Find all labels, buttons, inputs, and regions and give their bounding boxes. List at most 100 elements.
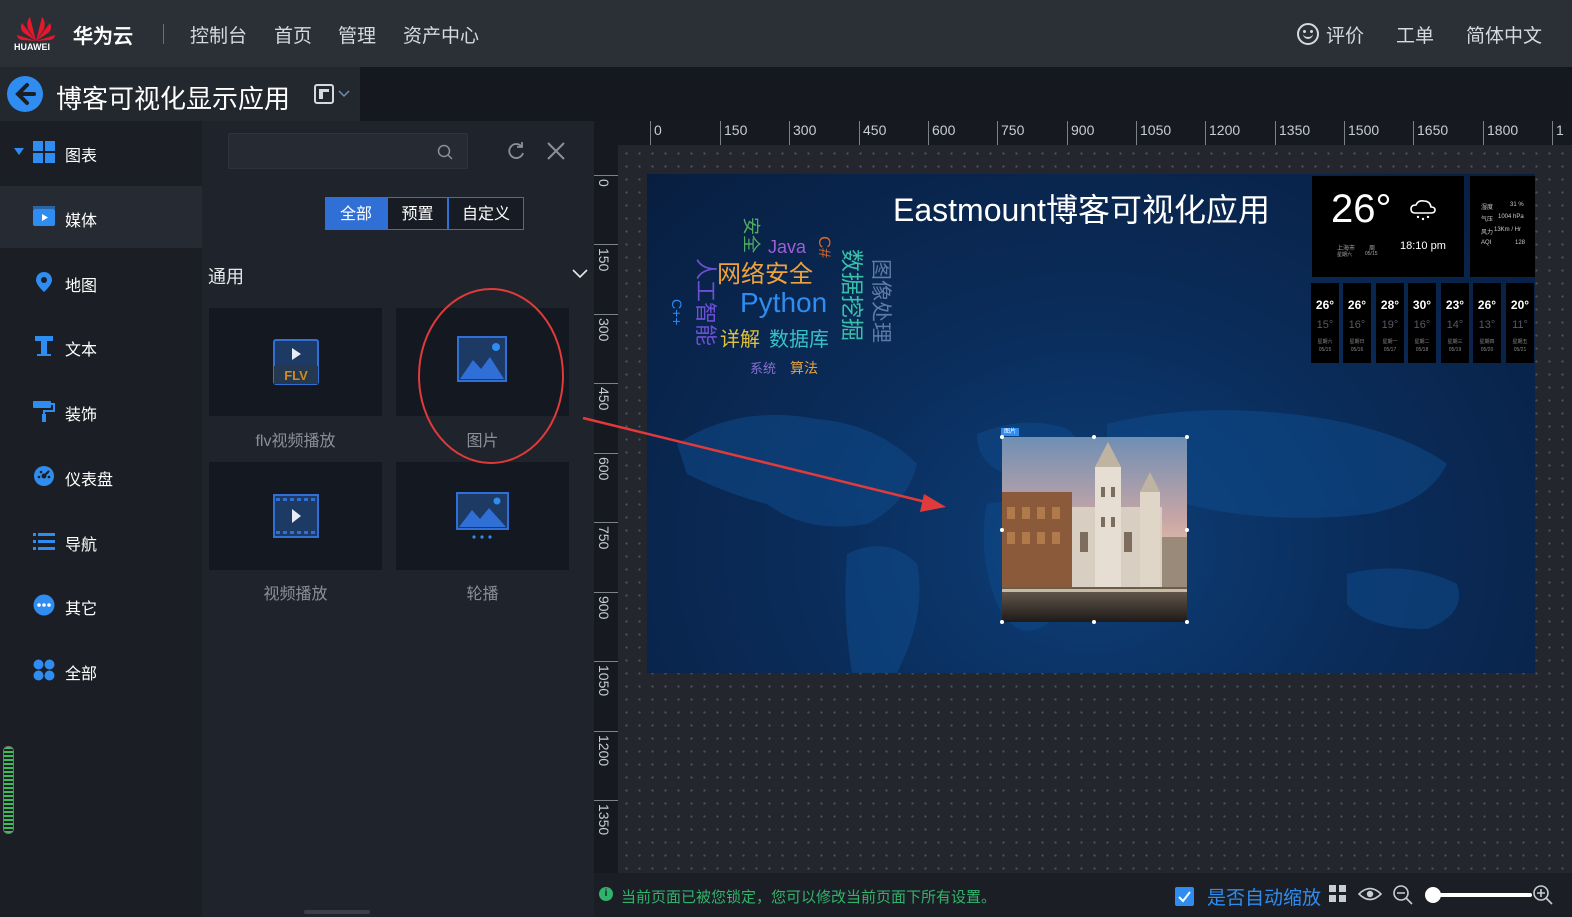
panel-scrollbar[interactable]	[304, 910, 370, 914]
word-cloud-item: Python	[740, 287, 828, 318]
search-icon[interactable]	[437, 144, 453, 160]
preview-eye-icon[interactable]	[1358, 886, 1382, 902]
sidebar-scroll-indicator[interactable]	[3, 746, 14, 834]
resize-handle[interactable]	[1092, 435, 1096, 439]
sidebar-item-label: 图表	[65, 148, 98, 165]
resize-handle[interactable]	[1185, 528, 1189, 532]
component-label: 轮播	[466, 586, 499, 603]
ruler-label: 900	[596, 596, 612, 620]
chevron-down-icon[interactable]	[572, 268, 588, 280]
sidebar-item-navigation[interactable]: 导航	[0, 510, 202, 572]
component-card-flv[interactable]: FLV	[209, 308, 382, 416]
sidebar-item-label: 装饰	[65, 407, 98, 424]
logo-text: HUAWEI	[14, 42, 50, 52]
sidebar-item-dashboard[interactable]: 仪表盘	[0, 445, 202, 507]
word-cloud-item: 安全	[741, 217, 761, 253]
ruler-tick	[1275, 121, 1276, 145]
zoom-in-icon[interactable]	[1533, 885, 1553, 905]
ruler-label: 1200	[596, 735, 612, 767]
ruler-tick	[1413, 121, 1414, 145]
weather-weekday: 星期六	[1337, 252, 1353, 258]
component-card-video[interactable]	[209, 462, 382, 570]
ruler-label: 1500	[1348, 122, 1380, 138]
sidebar-item-other[interactable]: 其它	[0, 574, 202, 636]
forecast-date: 05/19	[1448, 347, 1462, 353]
component-card-image[interactable]	[396, 308, 569, 416]
weather-detail-value: 1004 hPa	[1498, 214, 1524, 220]
tab-all[interactable]: 全部	[325, 197, 387, 230]
autozoom-label[interactable]: 是否自动缩放	[1207, 883, 1321, 910]
smile-icon[interactable]	[1297, 23, 1319, 45]
ticket-link[interactable]: 工单	[1396, 21, 1434, 48]
carousel-icon	[456, 492, 509, 539]
sidebar-item-chart[interactable]: 图表	[0, 121, 202, 183]
divider	[163, 24, 164, 44]
sidebar-item-media[interactable]: 媒体	[0, 186, 202, 248]
zoom-out-icon[interactable]	[1393, 885, 1413, 905]
ruler-tick	[650, 121, 651, 145]
forecast-low: 15°	[1316, 319, 1334, 331]
tab-preset[interactable]: 预置	[387, 197, 448, 230]
ruler-tick	[594, 453, 618, 454]
ruler-tick	[1344, 121, 1345, 145]
chevron-down-icon[interactable]	[338, 89, 350, 99]
component-card-carousel[interactable]	[396, 462, 569, 570]
resize-handle[interactable]	[1000, 435, 1004, 439]
sidebar-item-all[interactable]: 全部	[0, 639, 202, 701]
ruler-label: 300	[596, 318, 612, 342]
title-bar-empty	[360, 67, 1572, 121]
gauge-icon	[34, 466, 54, 486]
grid-view-icon[interactable]	[1329, 885, 1347, 903]
ruler-label: 1050	[596, 665, 612, 697]
sidebar-item-decoration[interactable]: 装饰	[0, 380, 202, 442]
page-layout-icon[interactable]	[314, 84, 334, 104]
word-cloud-item: 详解	[720, 329, 760, 351]
ruler-tick	[997, 121, 998, 145]
ruler-tick	[594, 383, 618, 384]
zoom-slider[interactable]	[1432, 893, 1532, 897]
nav-home[interactable]: 首页	[274, 21, 312, 48]
nav-console[interactable]: 控制台	[190, 21, 247, 48]
nav-manage[interactable]: 管理	[338, 21, 376, 48]
resize-handle[interactable]	[1000, 528, 1004, 532]
word-cloud-item: 数据挖掘	[839, 249, 865, 341]
zoom-slider-knob[interactable]	[1425, 887, 1441, 903]
weather-time: 18:10 pm	[1400, 240, 1446, 252]
flv-icon: FLV	[273, 339, 319, 385]
word-cloud-item: Java	[768, 237, 807, 257]
snow-cloud-icon	[1410, 200, 1436, 221]
resize-handle[interactable]	[1185, 435, 1189, 439]
language-switch[interactable]: 简体中文	[1466, 21, 1542, 48]
chart-grid-icon	[33, 141, 55, 163]
tab-custom[interactable]: 自定义	[448, 197, 524, 230]
map-pin-icon	[36, 272, 52, 292]
autozoom-checkbox[interactable]	[1175, 887, 1194, 906]
image-component[interactable]	[1002, 437, 1187, 622]
nav-assets[interactable]: 资产中心	[403, 21, 479, 48]
rate-link[interactable]: 评价	[1326, 21, 1364, 48]
cathedral-photo	[1002, 437, 1187, 622]
component-search-input[interactable]	[228, 133, 468, 169]
ruler-label: 1800	[1487, 122, 1519, 138]
forecast-high: 26°	[1315, 298, 1335, 312]
close-icon[interactable]	[546, 141, 566, 161]
back-button[interactable]	[7, 76, 43, 112]
dashboard-title: Eastmount博客可视化应用	[893, 192, 1270, 228]
resize-handle[interactable]	[1185, 620, 1189, 624]
word-cloud-item: 算法	[790, 360, 818, 376]
ruler-corner	[594, 121, 618, 145]
ruler-label: 600	[932, 122, 956, 138]
sidebar-item-label: 全部	[65, 666, 98, 683]
ruler-label: 450	[596, 387, 612, 411]
svg-text:FLV: FLV	[284, 368, 308, 383]
forecast-low: 16°	[1348, 319, 1366, 331]
sidebar-item-label: 仪表盘	[65, 472, 114, 489]
word-cloud-item: C++	[669, 299, 685, 326]
sidebar-item-map[interactable]: 地图	[0, 251, 202, 313]
forecast-high: 23°	[1445, 298, 1465, 312]
brand-name[interactable]: 华为云	[73, 20, 133, 49]
resize-handle[interactable]	[1092, 620, 1096, 624]
sidebar-item-text[interactable]: 文本	[0, 315, 202, 377]
refresh-icon[interactable]	[506, 141, 526, 161]
resize-handle[interactable]	[1000, 620, 1004, 624]
